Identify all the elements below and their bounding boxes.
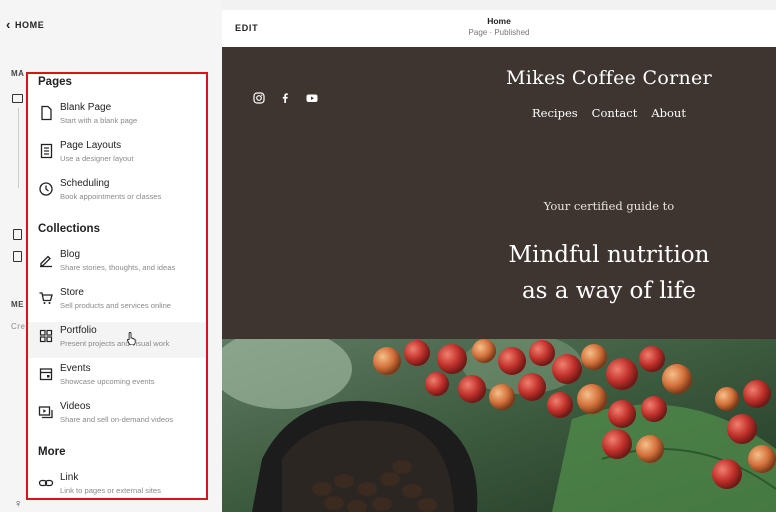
- hero-headline-line: Mindful nutrition: [508, 242, 710, 268]
- link-icon: [38, 479, 54, 487]
- menu-item-store[interactable]: Store Sell products and services online: [28, 284, 206, 320]
- menu-item-description: Start with a blank page: [60, 116, 138, 125]
- menu-item-label: Link: [60, 472, 79, 483]
- menu-item-videos[interactable]: Videos Share and sell on-demand videos: [28, 398, 206, 434]
- tree-divider: [18, 108, 19, 188]
- menu-item-label: Page Layouts: [60, 140, 122, 151]
- menu-item-label: Scheduling: [60, 178, 110, 189]
- hero-headline-line: as a way of life: [521, 278, 697, 304]
- panel-section-heading: MA: [11, 69, 25, 78]
- site-nav-recipes[interactable]: Recipes: [532, 106, 578, 120]
- editor-top-bar: EDIT Home Page · Published: [222, 10, 776, 47]
- hero-tagline: Your certified guide to: [543, 199, 675, 213]
- hand-cursor-icon: [126, 332, 136, 345]
- menu-item-description: Present projects and visual work: [60, 339, 170, 348]
- youtube-icon[interactable]: [306, 92, 318, 104]
- menu-item-description: Link to pages or external sites: [60, 486, 161, 495]
- instagram-icon[interactable]: [253, 92, 265, 104]
- menu-item-label: Videos: [60, 401, 91, 412]
- menu-item-blog[interactable]: Blog Share stories, thoughts, and ideas: [28, 246, 206, 282]
- grid-icon: [39, 329, 53, 343]
- home-back-link[interactable]: ‹ HOME: [6, 17, 45, 32]
- menu-item-description: Share and sell on-demand videos: [60, 415, 174, 424]
- menu-item-description: Showcase upcoming events: [60, 377, 155, 386]
- section-title-more: More: [38, 446, 66, 458]
- menu-item-events[interactable]: Events Showcase upcoming events: [28, 360, 206, 396]
- site-title[interactable]: Mikes Coffee Corner: [462, 67, 756, 89]
- site-header: Mikes Coffee Corner Recipes Contact Abou…: [222, 47, 776, 339]
- blank-page-icon: [41, 105, 52, 121]
- calendar-icon: [39, 368, 53, 381]
- coffee-cherries-image: [222, 339, 776, 512]
- menu-item-label: Store: [60, 287, 84, 298]
- menu-item-description: Share stories, thoughts, and ideas: [60, 263, 176, 272]
- add-page-menu: Pages Blank Page Start with a blank page…: [26, 72, 208, 500]
- section-title-pages: Pages: [38, 76, 72, 88]
- user-icon[interactable]: ♀: [14, 498, 23, 510]
- cart-icon: [39, 292, 53, 304]
- menu-item-label: Portfolio: [60, 325, 97, 336]
- page-title: Home: [487, 16, 511, 26]
- chevron-left-icon: ‹: [6, 17, 11, 32]
- panel-section-heading: ME: [11, 300, 24, 309]
- menu-item-page-layouts[interactable]: Page Layouts Use a designer layout: [28, 137, 206, 173]
- page-icon: [13, 251, 22, 262]
- menu-item-label: Blog: [60, 249, 81, 260]
- menu-item-description: Use a designer layout: [60, 154, 134, 163]
- clock-icon: [39, 182, 53, 196]
- menu-item-blank-page[interactable]: Blank Page Start with a blank page: [28, 99, 206, 135]
- page-layouts-icon: [40, 143, 53, 159]
- menu-item-label: Events: [60, 363, 91, 374]
- menu-item-description: Book appointments or classes: [60, 192, 162, 201]
- site-nav-contact[interactable]: Contact: [592, 106, 638, 120]
- home-label: HOME: [14, 20, 45, 30]
- page-icon: [13, 229, 22, 240]
- page-status: Page · Published: [468, 28, 530, 37]
- section-title-collections: Collections: [38, 223, 100, 235]
- pen-icon: [40, 255, 52, 268]
- video-icon: [38, 406, 53, 419]
- facebook-icon[interactable]: [279, 92, 291, 104]
- hero-headline: Mindful nutrition as a way of life: [462, 237, 756, 309]
- menu-item-label: Blank Page: [60, 102, 112, 113]
- menu-item-description: Sell products and services online: [60, 301, 172, 310]
- menu-item-link[interactable]: Link Link to pages or external sites: [28, 469, 206, 498]
- menu-item-scheduling[interactable]: Scheduling Book appointments or classes: [28, 175, 206, 211]
- folder-icon: [12, 94, 23, 103]
- site-nav: Recipes Contact About: [462, 106, 756, 120]
- menu-item-portfolio[interactable]: Portfolio Present projects and visual wo…: [28, 322, 206, 358]
- site-nav-about[interactable]: About: [651, 106, 686, 120]
- site-preview: EDIT Home Page · Published Mikes Coffee …: [222, 10, 776, 512]
- panel-section-text: Cre: [11, 322, 26, 331]
